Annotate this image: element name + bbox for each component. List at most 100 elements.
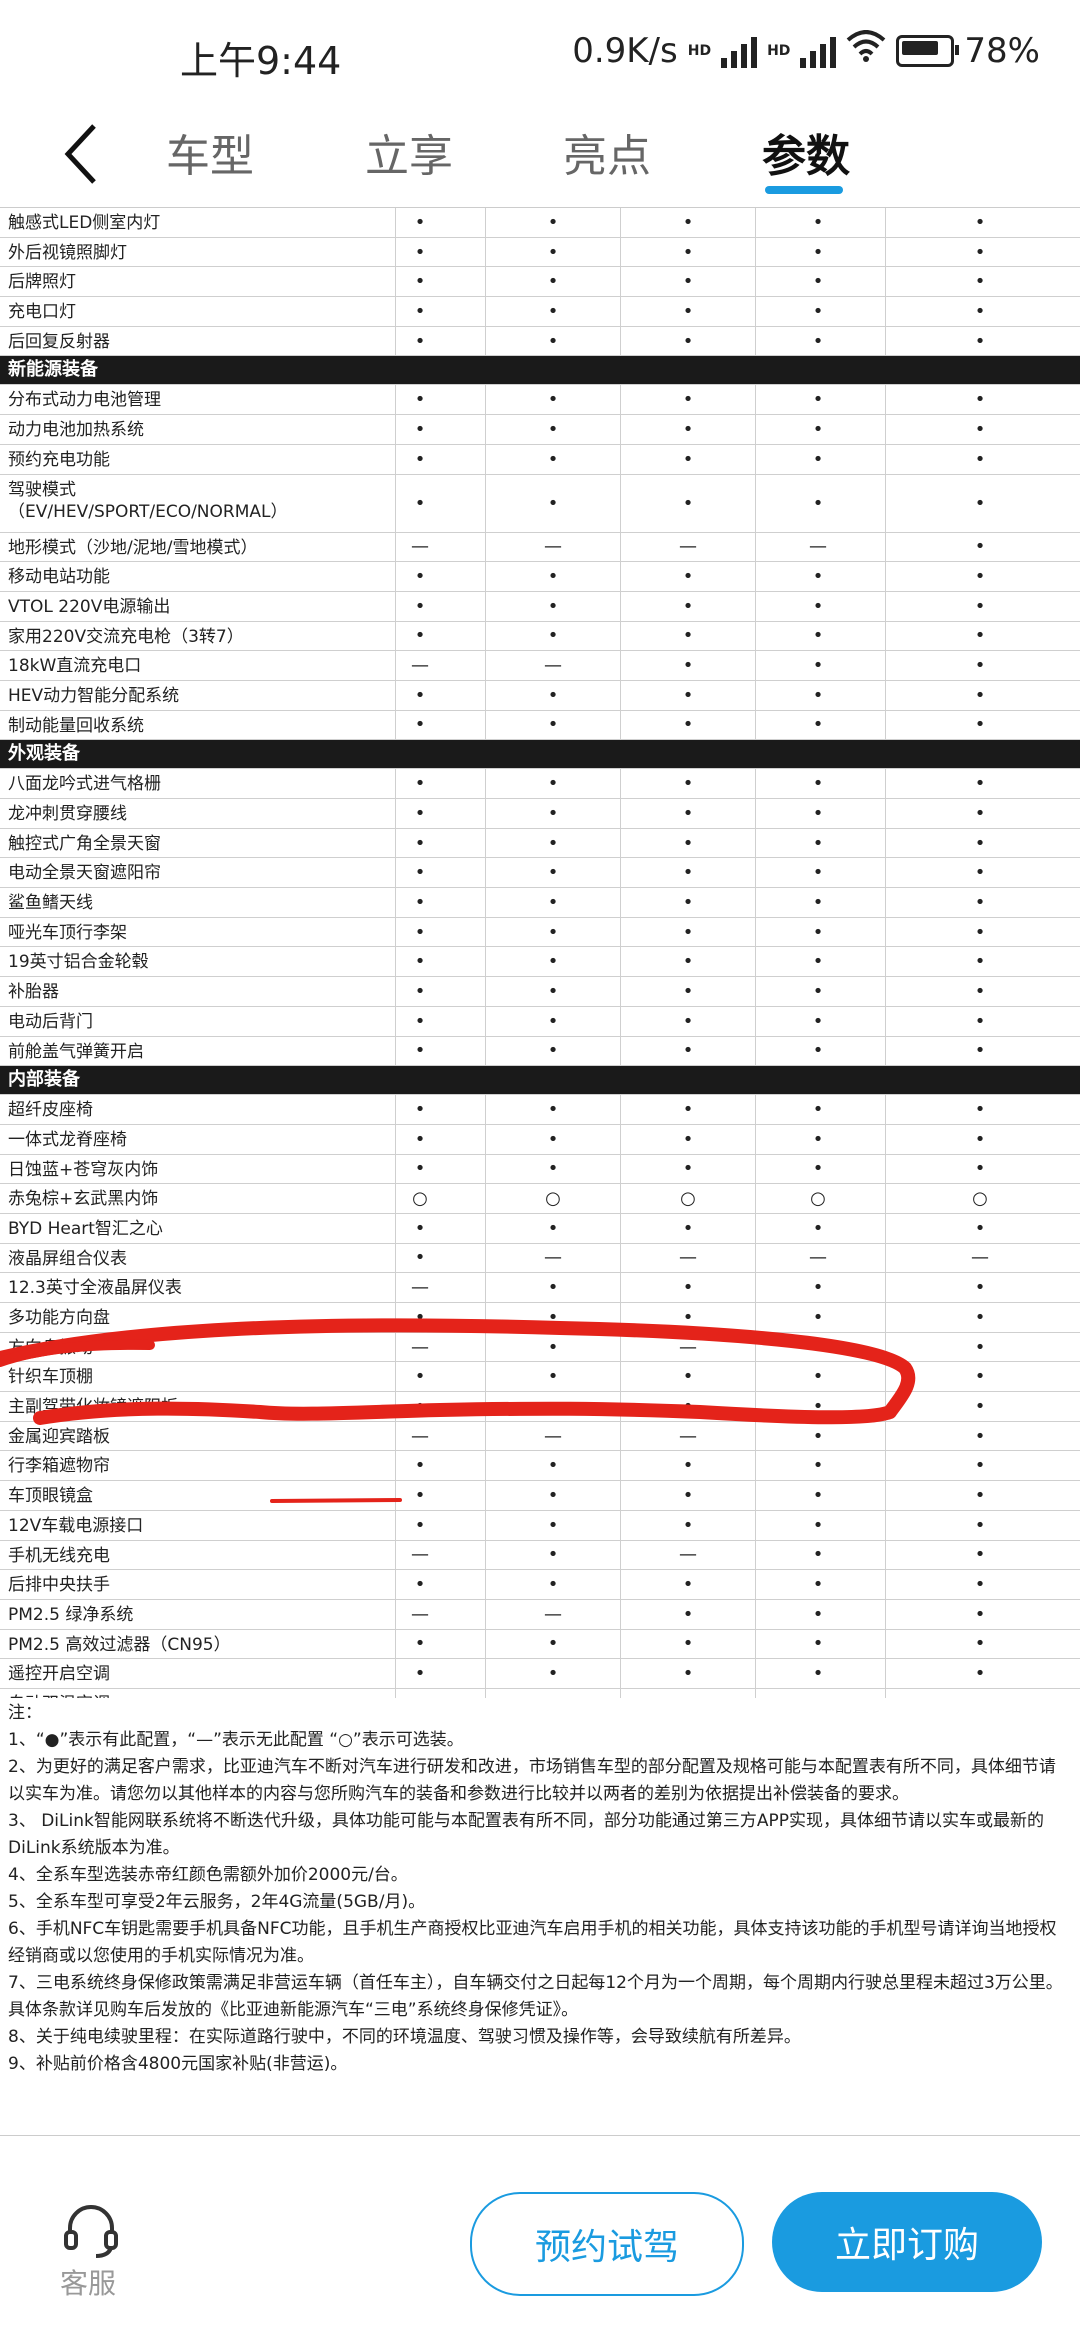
column-divider (485, 267, 486, 297)
column-divider (395, 1124, 396, 1154)
spec-cell: • (547, 1277, 559, 1299)
table-row: 一体式龙脊座椅 • • • • • (0, 1124, 1080, 1155)
column-divider (755, 799, 756, 828)
spec-name: BYD Heart智汇之心 (8, 1218, 163, 1240)
column-divider (395, 267, 396, 297)
column-divider (885, 208, 886, 237)
column-divider (620, 415, 621, 444)
spec-name: PM2.5 绿净系统 (8, 1604, 133, 1626)
column-divider (885, 1481, 886, 1510)
spec-name-text: 移动电站功能 (8, 567, 110, 588)
spec-table[interactable]: 触感式LED侧室内灯 • • • • • 外后视镜照脚灯 • • • • • 后牌照灯 • • • • • 充电口灯… (0, 207, 1080, 1698)
spec-cell: • (682, 241, 694, 263)
spec-cell: • (414, 802, 426, 824)
book-test-drive-button[interactable]: 预约试驾 (470, 2192, 744, 2296)
spec-cell: • (682, 330, 694, 352)
spec-name: 动力电池加热系统 (8, 419, 144, 441)
column-divider (620, 1273, 621, 1302)
column-divider (485, 1540, 486, 1570)
column-divider (885, 1421, 886, 1451)
column-divider (485, 1599, 486, 1629)
column-divider (885, 651, 886, 680)
column-divider (885, 1036, 886, 1066)
spec-cell: • (682, 891, 694, 913)
spec-name-text: 手机无线充电 (8, 1545, 110, 1566)
column-divider (755, 1036, 756, 1066)
column-divider (755, 710, 756, 740)
spec-name-text: 分布式动力电池管理 (8, 390, 161, 411)
spec-cell: • (414, 773, 426, 795)
spec-name: 12.3英寸全液晶屏仪表 (8, 1277, 182, 1299)
spec-name-text: 日蚀蓝+苍穹灰内饰 (8, 1159, 159, 1180)
column-divider (620, 977, 621, 1006)
column-divider (395, 1599, 396, 1629)
column-divider (885, 1006, 886, 1036)
spec-cell: • (414, 862, 426, 884)
spec-cell: • (812, 891, 824, 913)
column-divider (395, 888, 396, 917)
column-divider (885, 1570, 886, 1599)
spec-cell: • (682, 1158, 694, 1180)
spec-name: HEV动力智能分配系统 (8, 685, 179, 707)
column-divider (885, 947, 886, 977)
column-divider (885, 1303, 886, 1332)
column-divider (620, 1629, 621, 1659)
spec-name-text: PM2.5 高效过滤器（CN95） (8, 1634, 231, 1655)
order-now-button[interactable]: 立即订购 (772, 2192, 1042, 2292)
column-divider (885, 591, 886, 621)
table-row: 分布式动力电池管理 • • • • • (0, 385, 1080, 416)
column-divider (395, 947, 396, 977)
spec-cell: ○ (810, 1188, 826, 1210)
tab-highlights[interactable]: 亮点 (563, 120, 651, 184)
column-divider (485, 326, 486, 356)
spec-cell: • (812, 1128, 824, 1150)
column-divider (755, 917, 756, 947)
tab-models[interactable]: 车型 (166, 120, 254, 184)
spec-cell: • (547, 418, 559, 440)
spec-cell: • (974, 1395, 986, 1417)
spec-cell: • (974, 980, 986, 1002)
spec-cell: — (971, 1247, 989, 1269)
column-divider (755, 1659, 756, 1688)
spec-cell: — (679, 1425, 697, 1447)
table-row: 19英寸铝合金轮毂 • • • • • (0, 947, 1080, 978)
section-title: 新能源装备 (8, 359, 98, 381)
spec-cell: • (798, 1689, 838, 1698)
table-row: BYD Heart智汇之心 • • • • • (0, 1213, 1080, 1244)
back-button[interactable] (60, 122, 120, 184)
column-divider (485, 415, 486, 444)
column-divider (885, 888, 886, 917)
spec-name: 触控式广角全景天窗 (8, 833, 161, 855)
spec-cell: • (668, 1689, 708, 1698)
spec-name: 赤兔棕+玄武黑内饰 (8, 1188, 158, 1210)
column-divider (485, 474, 486, 532)
column-divider (620, 1243, 621, 1273)
column-divider (485, 1243, 486, 1273)
column-divider (620, 297, 621, 326)
spec-cell: • (974, 921, 986, 943)
tab-specs[interactable]: 参数 (762, 120, 850, 184)
column-divider (620, 326, 621, 356)
column-divider (755, 562, 756, 591)
spec-cell: • (547, 1484, 559, 1506)
spec-cell: • (812, 271, 824, 293)
column-divider (395, 769, 396, 798)
spec-cell: • (414, 595, 426, 617)
spec-cell: • (547, 951, 559, 973)
column-divider (755, 1451, 756, 1481)
spec-name-text: 八面龙吟式进气格栅 (8, 774, 161, 795)
spec-cell: • (960, 1689, 1000, 1698)
column-divider (620, 1332, 621, 1362)
table-row: 后排中央扶手 • • • • • (0, 1570, 1080, 1600)
tab-benefits[interactable]: 立享 (365, 120, 453, 184)
spec-cell: • (682, 832, 694, 854)
column-divider (885, 1510, 886, 1540)
column-divider (485, 1036, 486, 1066)
column-divider (620, 888, 621, 917)
column-divider (395, 1540, 396, 1570)
customer-service-button[interactable] (60, 2200, 120, 2266)
column-divider (885, 1659, 886, 1688)
column-divider (885, 1095, 886, 1124)
column-divider (755, 858, 756, 888)
spec-cell: • (974, 1158, 986, 1180)
